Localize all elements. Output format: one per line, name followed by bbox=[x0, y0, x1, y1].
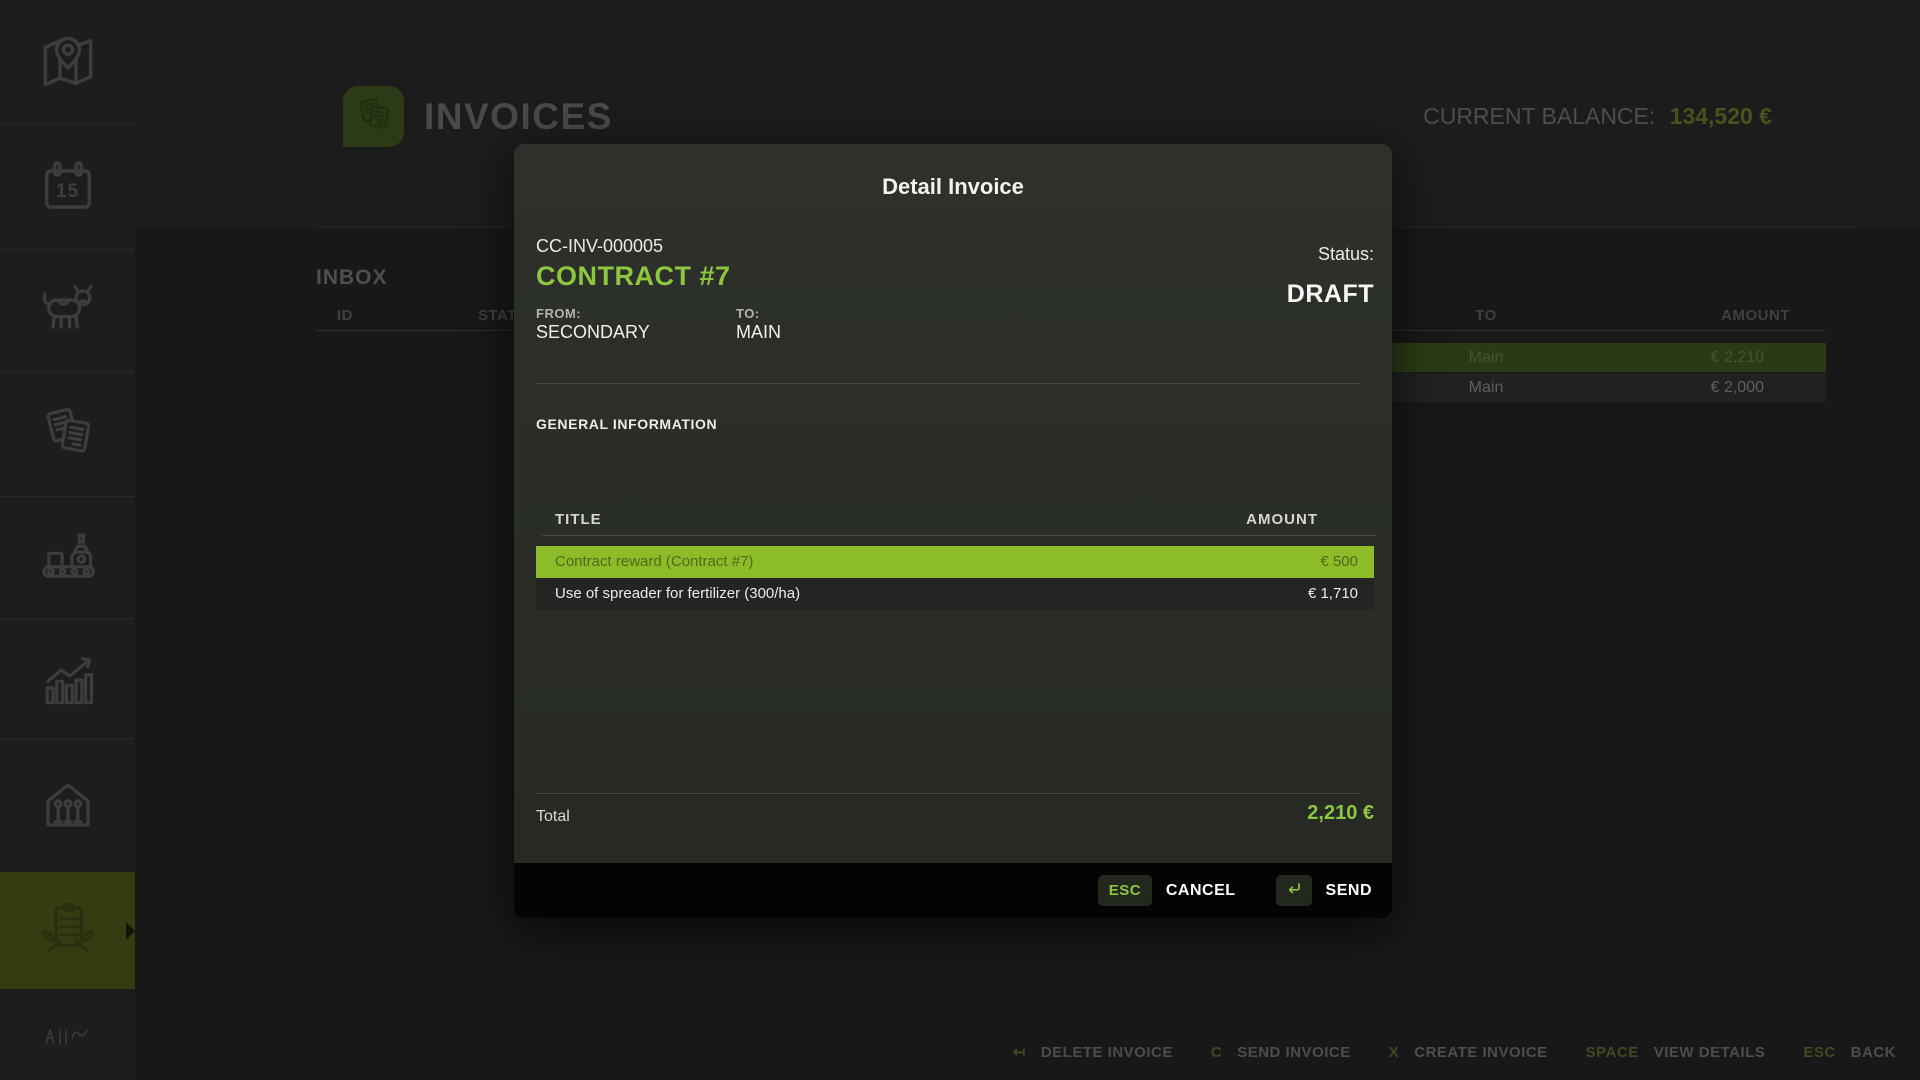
delete-key-icon: ↤ bbox=[1013, 1043, 1026, 1061]
table-header-divider bbox=[542, 535, 1376, 536]
send-button[interactable]: SEND bbox=[1326, 882, 1372, 900]
hotkey-create-invoice[interactable]: X CREATE INVOICE bbox=[1389, 1044, 1548, 1061]
total-value: 2,210 € bbox=[1307, 802, 1374, 825]
line-item-title: Contract reward (Contract #7) bbox=[555, 546, 753, 578]
cancel-button[interactable]: CANCEL bbox=[1166, 882, 1236, 900]
hotkey-send-invoice[interactable]: C SEND INVOICE bbox=[1211, 1044, 1351, 1061]
modal-footer: ESC CANCEL SEND bbox=[514, 863, 1392, 918]
partial-icon bbox=[38, 1022, 98, 1080]
detail-invoice-modal: Detail Invoice CC-INV-000005 CONTRACT #7… bbox=[514, 144, 1392, 918]
sidebar-divider bbox=[0, 738, 135, 739]
documents-icon bbox=[36, 399, 100, 468]
to-value: MAIN bbox=[736, 322, 781, 343]
hotkey-key: ESC bbox=[1803, 1044, 1835, 1061]
hotkey-label: DELETE INVOICE bbox=[1041, 1044, 1173, 1061]
page-title: INVOICES bbox=[424, 96, 613, 138]
esc-keycap: ESC bbox=[1098, 875, 1152, 906]
sidebar: 15 bbox=[0, 0, 135, 1080]
sidebar-item-calendar[interactable]: 15 bbox=[0, 151, 135, 223]
sidebar-divider bbox=[0, 496, 135, 497]
line-item-amount: € 500 bbox=[1320, 546, 1358, 578]
inbox-title: INBOX bbox=[316, 266, 388, 290]
line-item-amount: € 1,710 bbox=[1308, 578, 1358, 610]
from-label: FROM: bbox=[536, 306, 581, 321]
hotkey-back[interactable]: ESC BACK bbox=[1803, 1044, 1896, 1061]
calendar-day-label: 15 bbox=[56, 181, 79, 203]
status-value: DRAFT bbox=[1287, 280, 1374, 309]
inbox-cell-to: Main bbox=[1430, 373, 1542, 402]
hotkey-label: VIEW DETAILS bbox=[1654, 1044, 1766, 1061]
map-icon bbox=[36, 30, 100, 99]
line-item-title: Use of spreader for fertilizer (300/ha) bbox=[555, 578, 800, 610]
sidebar-item-map[interactable] bbox=[0, 28, 135, 100]
status-label: Status: bbox=[1318, 244, 1374, 265]
modal-title: Detail Invoice bbox=[514, 174, 1392, 200]
hotkey-key: X bbox=[1389, 1044, 1400, 1061]
calendar-icon: 15 bbox=[36, 155, 100, 219]
sidebar-item-buildings[interactable] bbox=[0, 771, 135, 843]
total-divider bbox=[536, 793, 1360, 794]
current-balance: CURRENT BALANCE: 134,520 € bbox=[1423, 103, 1772, 130]
sidebar-item-invoices[interactable] bbox=[0, 872, 135, 989]
sidebar-item-statistics[interactable] bbox=[0, 646, 135, 718]
sidebar-item-animals[interactable] bbox=[0, 274, 135, 346]
inbox-column-to: TO bbox=[1430, 307, 1542, 324]
balance-label: CURRENT BALANCE: bbox=[1423, 103, 1655, 129]
inbox-column-amount: AMOUNT bbox=[1620, 307, 1790, 324]
sidebar-item-documents[interactable] bbox=[0, 397, 135, 469]
sidebar-item-partial[interactable] bbox=[0, 1022, 135, 1080]
table-column-title: TITLE bbox=[555, 511, 602, 528]
hotkey-key: C bbox=[1211, 1044, 1222, 1061]
buildings-icon bbox=[36, 773, 100, 842]
hotkey-label: SEND INVOICE bbox=[1237, 1044, 1351, 1061]
hotkey-key: SPACE bbox=[1586, 1044, 1639, 1061]
enter-icon bbox=[1284, 879, 1304, 903]
invoices-screen: 15 bbox=[0, 0, 1920, 1080]
total-label: Total bbox=[536, 808, 570, 826]
sidebar-divider bbox=[0, 371, 135, 372]
hotkey-delete-invoice[interactable]: ↤ DELETE INVOICE bbox=[1013, 1043, 1173, 1061]
sidebar-item-production[interactable] bbox=[0, 522, 135, 594]
modal-divider bbox=[536, 383, 1360, 384]
inbox-column-id: ID bbox=[337, 307, 353, 324]
general-information-title: GENERAL INFORMATION bbox=[536, 416, 717, 432]
hotkey-view-details[interactable]: SPACE VIEW DETAILS bbox=[1586, 1044, 1766, 1061]
balance-value: 134,520 € bbox=[1670, 103, 1772, 129]
invoice-name: CONTRACT #7 bbox=[536, 261, 731, 292]
invoice-id: CC-INV-000005 bbox=[536, 236, 663, 257]
production-icon bbox=[36, 524, 100, 593]
inbox-cell-to: Main bbox=[1430, 343, 1542, 372]
sidebar-divider bbox=[0, 123, 135, 124]
hotkey-bar: ↤ DELETE INVOICE C SEND INVOICE X CREATE… bbox=[1013, 1032, 1896, 1072]
selected-item-arrow-icon bbox=[126, 922, 135, 940]
hotkey-label: CREATE INVOICE bbox=[1414, 1044, 1547, 1061]
from-value: SECONDARY bbox=[536, 322, 650, 343]
sidebar-divider bbox=[0, 249, 135, 250]
sidebar-divider bbox=[0, 618, 135, 619]
hotkey-label: BACK bbox=[1851, 1044, 1896, 1061]
statistics-icon bbox=[36, 648, 100, 717]
invoices-app-icon-tile bbox=[343, 86, 404, 147]
enter-keycap bbox=[1276, 875, 1312, 906]
table-column-amount: AMOUNT bbox=[1246, 511, 1318, 528]
inbox-cell-amount: € 2,210 bbox=[1594, 343, 1764, 372]
invoices-contract-icon bbox=[36, 896, 100, 965]
invoices-documents-icon bbox=[352, 92, 396, 141]
cow-icon bbox=[36, 276, 100, 345]
invoice-line-item[interactable]: Use of spreader for fertilizer (300/ha) … bbox=[536, 578, 1374, 610]
invoice-line-item-selected[interactable]: Contract reward (Contract #7) € 500 bbox=[536, 546, 1374, 578]
to-label: TO: bbox=[736, 306, 760, 321]
inbox-cell-amount: € 2,000 bbox=[1594, 373, 1764, 402]
